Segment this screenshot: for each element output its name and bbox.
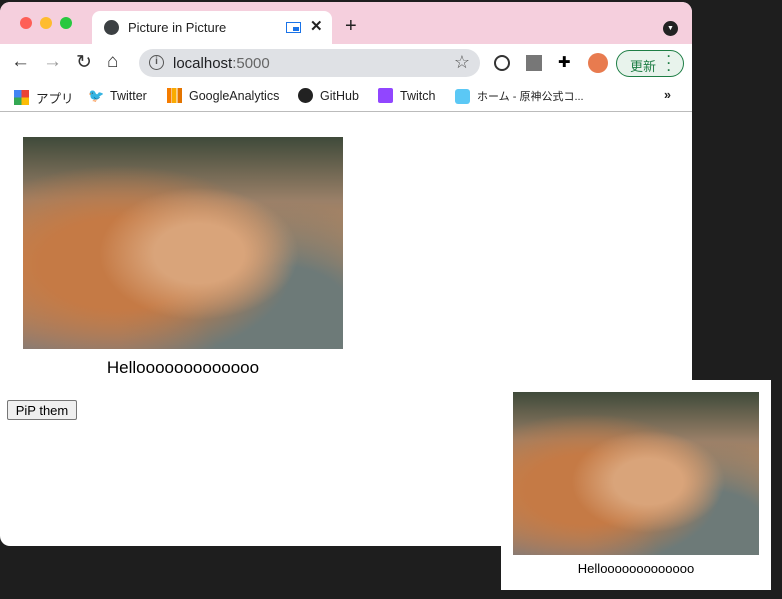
bookmark-apps[interactable]: アプリ	[14, 88, 74, 107]
github-icon	[298, 88, 313, 103]
twitter-icon: 🐦	[88, 88, 105, 103]
bookmarks-bar: アプリ 🐦 Twitter GoogleAnalytics GitHub Twit…	[0, 80, 692, 112]
pip-window[interactable]: Hellooooooooooooo	[501, 380, 771, 590]
pip-cat-image	[513, 392, 759, 555]
update-button[interactable]: 更新 · · ·	[616, 50, 684, 77]
apps-grid-icon	[14, 90, 29, 105]
url-port: :5000	[232, 55, 270, 72]
forward-icon[interactable]: →	[43, 51, 62, 73]
close-tab-icon[interactable]: ✕	[310, 17, 323, 35]
bookmark-label: GitHub	[320, 88, 359, 103]
globe-icon	[104, 20, 119, 35]
bookmark-genshin[interactable]: ホーム - 原神公式コ...	[455, 88, 584, 104]
tab-title: Picture in Picture	[128, 20, 227, 35]
toolbar: ← → ↻ ⌂ i localhost:5000 ☆ ✚ 更新 · · ·	[0, 44, 692, 80]
address-bar[interactable]: i localhost:5000 ☆	[139, 49, 480, 77]
image-caption: Hellooooooooooooo	[106, 358, 260, 377]
new-tab-button[interactable]: +	[345, 15, 357, 38]
reload-icon[interactable]: ↻	[76, 51, 92, 74]
bookmark-label: GoogleAnalytics	[189, 88, 280, 103]
tab-bar: Picture in Picture ✕ + ▼	[0, 2, 692, 44]
home-icon[interactable]: ⌂	[107, 51, 118, 73]
analytics-icon	[167, 88, 182, 103]
bookmarks-overflow-button[interactable]: »	[664, 88, 671, 102]
info-icon[interactable]: i	[149, 55, 164, 70]
bookmark-github[interactable]: GitHub	[298, 88, 359, 103]
pip-them-button[interactable]: PiP them	[7, 400, 77, 420]
bookmark-twitter[interactable]: 🐦 Twitter	[88, 88, 147, 103]
url-host: localhost	[173, 55, 233, 72]
twitch-icon	[378, 88, 393, 103]
pip-caption: Hellooooooooooooo	[577, 561, 695, 576]
bookmark-label: Twitter	[110, 88, 147, 103]
tab-search-icon[interactable]: ▼	[663, 21, 678, 36]
bookmark-star-icon[interactable]: ☆	[454, 52, 470, 73]
back-icon[interactable]: ←	[11, 51, 30, 73]
pip-icon[interactable]	[286, 22, 301, 33]
update-label: 更新	[630, 59, 657, 74]
genshin-icon	[455, 88, 470, 104]
kebab-menu-icon[interactable]: · · ·	[667, 50, 671, 76]
minimize-window-button[interactable]	[40, 17, 52, 29]
zoom-window-button[interactable]	[60, 17, 72, 29]
bookmark-twitch[interactable]: Twitch	[378, 88, 435, 103]
password-extension-icon[interactable]	[494, 55, 510, 71]
cat-image	[23, 137, 343, 349]
bookmark-label: Twitch	[400, 88, 436, 103]
close-window-button[interactable]	[20, 17, 32, 29]
puzzle-icon[interactable]: ✚	[558, 53, 574, 71]
bookmark-label: ホーム - 原神公式コ...	[477, 91, 584, 103]
avatar[interactable]	[588, 53, 608, 73]
tab-picture-in-picture[interactable]: Picture in Picture ✕	[92, 11, 332, 44]
bookmark-googleanalytics[interactable]: GoogleAnalytics	[167, 88, 279, 103]
bookmark-label: アプリ	[36, 92, 74, 106]
extension-icon[interactable]	[526, 55, 542, 71]
